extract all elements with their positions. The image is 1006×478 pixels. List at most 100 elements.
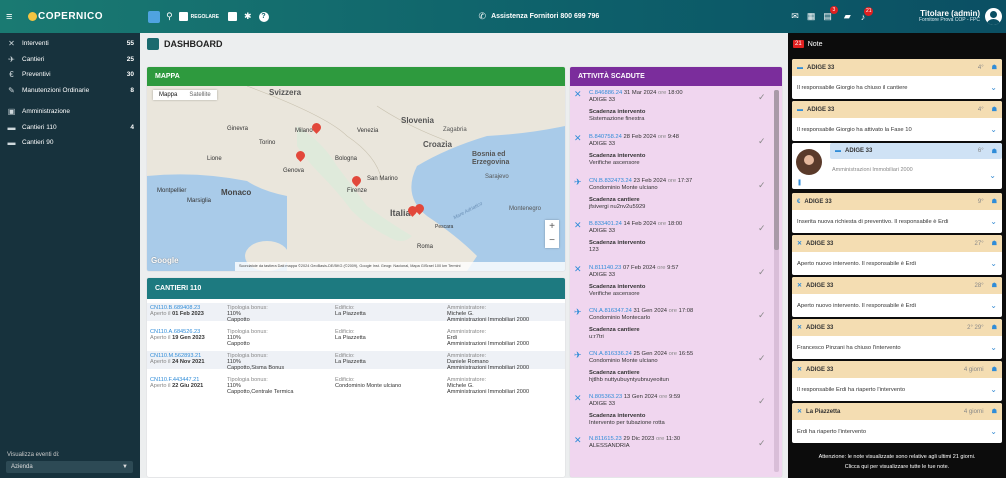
note-type-icon: ✕ [797, 409, 803, 415]
table-row[interactable]: CN110.A.684526.23 Aperto il 19 Gen 2023 T… [147, 327, 565, 347]
map-tab-mappa[interactable]: Mappa [153, 90, 183, 100]
activity-code[interactable]: N.811615.23 [589, 436, 622, 442]
activity-code[interactable]: N.805363.23 [589, 394, 622, 400]
calendar-small-icon[interactable]: ▦ [807, 11, 816, 22]
chevron-down-icon[interactable]: ⌄ [990, 427, 997, 436]
sidebar-item-cantieri-90[interactable]: ▬ Cantieri 90 [0, 135, 140, 151]
note-time: 6° [977, 148, 984, 154]
activity-code[interactable]: CN.A.816347.24 [589, 308, 632, 314]
event-filter-select[interactable]: Azienda ▼ [6, 461, 133, 473]
map-canvas[interactable]: Mappa Satellite Svizzera Slovenia Zagabr… [147, 86, 565, 271]
note-icon[interactable]: ☗ [992, 64, 997, 71]
table-row[interactable]: CN110.F.443447.21 Aperto il 22 Giu 2021 T… [147, 375, 565, 395]
chevron-down-icon[interactable]: ⌄ [990, 125, 997, 134]
check-icon[interactable]: ✓ [758, 354, 766, 362]
map-label: Croazia [423, 140, 452, 149]
chevron-down-icon[interactable]: ⌄ [990, 217, 997, 226]
chat-icon[interactable]: ▰ [844, 11, 851, 22]
chevron-down-icon[interactable]: ⌄ [990, 83, 997, 92]
check-icon[interactable]: ✓ [758, 181, 766, 189]
note-card[interactable]: ✕ ADIGE 33 27° ☗ Aperto nuovo intervento. Il… [792, 235, 1002, 275]
note-icon[interactable]: ☗ [992, 366, 997, 373]
note-card[interactable]: ▬ ADIGE 33 4° ☗ Il responsabile Giorgio ha c… [792, 59, 1002, 99]
table-row[interactable]: CN110.B.689408.23 Aperto il 01 Feb 2023 T… [147, 303, 565, 323]
note-card[interactable]: € ADIGE 33 9° ☗ Inserita nuova richiesta di … [792, 193, 1002, 233]
activity-type-icon: ✕ [574, 393, 582, 403]
check-icon[interactable]: ✓ [758, 137, 766, 145]
grid-app-icon[interactable] [148, 10, 161, 23]
calendar-icon[interactable] [228, 12, 237, 21]
check-icon[interactable]: ✓ [758, 93, 766, 101]
help-icon[interactable]: ? [258, 11, 269, 22]
activity-type-icon: ✈ [574, 350, 582, 360]
brand-name: COPERNICO [38, 11, 104, 22]
check-icon[interactable]: ✓ [758, 268, 766, 276]
notes-footer[interactable]: Attenzione: le note visualizzate sono re… [788, 452, 1006, 472]
activity-code[interactable]: C.846886.24 [589, 90, 622, 96]
sidebar-item-preventivi[interactable]: € Preventivi 30 [0, 67, 140, 83]
activity-code[interactable]: N.811140.23 [589, 265, 621, 271]
zoom-out-icon[interactable]: − [545, 234, 559, 248]
bell-icon[interactable]: ♪ 21 [861, 6, 874, 22]
activity-ore: ore [658, 394, 668, 400]
chevron-down-icon[interactable]: ⌄ [989, 171, 996, 180]
menu-icon[interactable]: ≡ [6, 11, 24, 23]
note-card[interactable]: ▬ ADIGE 33 4° ☗ Il responsabile Giorgio ha a… [792, 101, 1002, 141]
user-block[interactable]: Titolare (admin) Fornitore Prova COP - F… [919, 9, 980, 24]
assistenza-text[interactable]: Assistenza Fornitori 800 699 796 [491, 13, 599, 20]
chevron-down-icon[interactable]: ⌄ [990, 343, 997, 352]
activity-code[interactable]: B.833401.24 [589, 221, 622, 227]
check-icon[interactable]: ✓ [758, 311, 766, 319]
avatar-icon[interactable] [985, 8, 1002, 25]
chevron-down-icon[interactable]: ⌄ [990, 385, 997, 394]
activity-type-icon: ✕ [574, 133, 582, 143]
table-row[interactable]: CN110.M.562893.21 Aperto il 24 Nov 2021 T… [147, 351, 565, 371]
bell-badge: 21 [864, 6, 874, 16]
note-card[interactable]: ✕ ADIGE 33 28° ☗ Aperto nuovo intervento. Il… [792, 277, 1002, 317]
note-text: Aperto nuovo intervento. Il responsabile… [797, 260, 916, 267]
mail-icon[interactable]: ✉ [791, 11, 799, 22]
check-icon[interactable]: ✓ [758, 439, 766, 447]
zoom-in-icon[interactable]: + [545, 220, 559, 234]
search-icon[interactable]: ⚲ [166, 11, 173, 22]
note-card[interactable]: ✕ La Piazzetta 4 giorni ☗ Erdi ha riaperto l… [792, 403, 1002, 443]
activity-code[interactable]: CN.A.816336.24 [589, 351, 632, 357]
note-icon[interactable]: ☗ [992, 148, 997, 155]
note-card[interactable]: ✕ ADIGE 33 4 giorni ☗ Il responsabile Erdi h… [792, 361, 1002, 401]
notes-footer-link[interactable]: Clicca qui per visualizzare tutte le tue… [788, 462, 1006, 472]
activity-place: ADIGE 33 [589, 271, 616, 278]
brand-logo[interactable]: COPERNICO [28, 11, 103, 22]
note-icon[interactable]: ☗ [992, 282, 997, 289]
note-card[interactable]: ▬ ADIGE 33 6° ☗ Amministrazioni Immobiliari … [792, 143, 1002, 189]
note-icon[interactable]: ☗ [992, 408, 997, 415]
sidebar-item-cantieri-110[interactable]: ▬ Cantieri 110 4 [0, 120, 140, 136]
check-icon[interactable]: ✓ [758, 224, 766, 232]
regolare-label[interactable]: REGOLARE [191, 14, 219, 20]
activity-code[interactable]: B.840758.24 [589, 134, 622, 140]
map-label: Slovenia [401, 116, 434, 125]
regolare-icon[interactable] [178, 12, 188, 21]
notes-list: ▬ ADIGE 33 4° ☗ Il responsabile Giorgio ha c… [788, 59, 1006, 451]
sidebar-item-cantieri[interactable]: ✈ Cantieri 25 [0, 52, 140, 68]
sidebar-item-interventi[interactable]: ✕ Interventi 55 [0, 36, 140, 52]
pin-icon[interactable]: ✱ [244, 11, 252, 22]
check-icon[interactable]: ✓ [758, 397, 766, 405]
map-label: Svizzera [269, 88, 302, 97]
admin-company: Amministrazioni Immobiliari 2000 [447, 365, 530, 371]
building-icon[interactable]: ▤ 3 [823, 6, 838, 22]
note-icon[interactable]: ☗ [992, 198, 997, 205]
note-icon[interactable]: ☗ [992, 240, 997, 247]
opened-date: 22 Giu 2021 [172, 383, 204, 389]
scrollbar[interactable] [774, 90, 779, 472]
sidebar-item-manutenzioni[interactable]: ✎ Manutenzioni Ordinarie 8 [0, 83, 140, 99]
note-icon[interactable]: ☗ [992, 324, 997, 331]
note-icon[interactable]: ☗ [992, 106, 997, 113]
sidebar-item-amministrazione[interactable]: ▣ Amministrazione [0, 104, 140, 120]
map-tab-satellite[interactable]: Satellite [183, 90, 216, 100]
chevron-down-icon[interactable]: ⌄ [990, 301, 997, 310]
activity-code[interactable]: CN.B.832473.24 [589, 178, 632, 184]
note-card[interactable]: ✕ ADIGE 33 2° 29° ☗ Francesco Pinzani ha chi… [792, 319, 1002, 359]
chevron-down-icon[interactable]: ⌄ [990, 259, 997, 268]
phone-icon[interactable]: ✆ [479, 11, 487, 22]
map-tabs: Mappa Satellite [153, 90, 217, 100]
